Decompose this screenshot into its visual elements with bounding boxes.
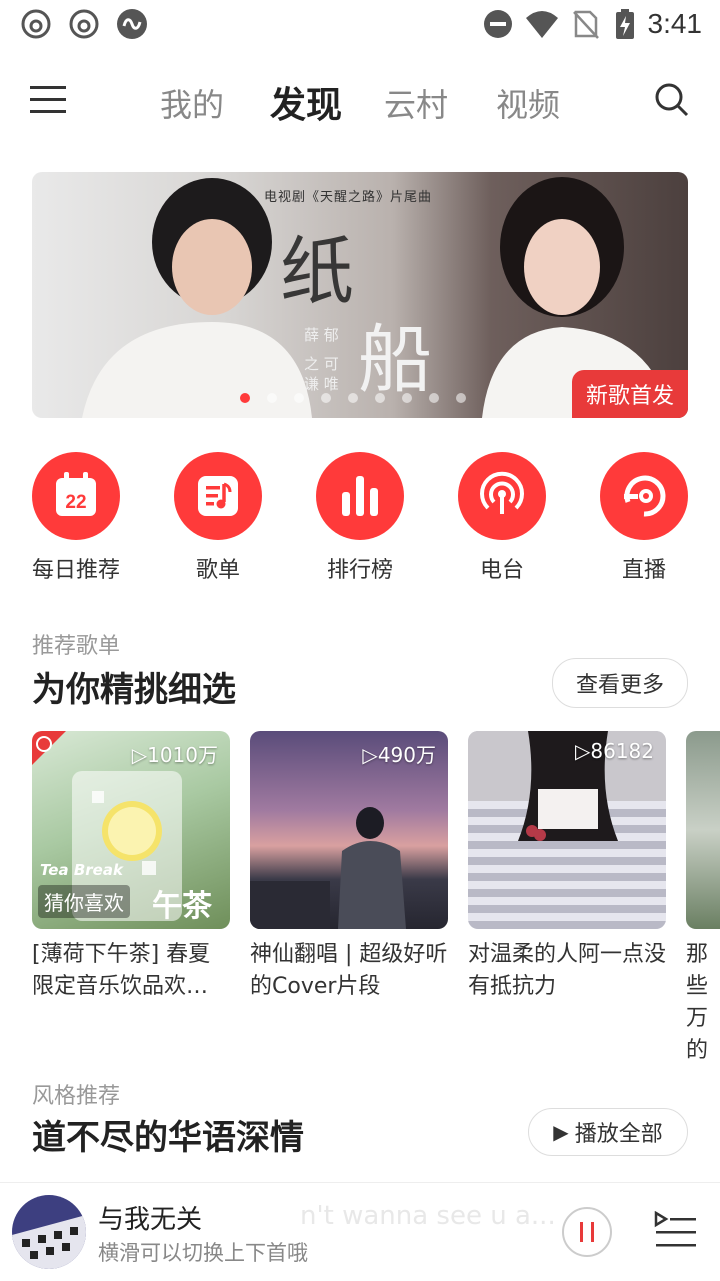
shortcut-radio[interactable]: 电台 (447, 452, 557, 584)
playlist-title: [薄荷下午茶] 春夏限定音乐饮品欢… (32, 942, 211, 999)
play-count: ▷1010万 (132, 739, 218, 768)
netease-app-icon (69, 9, 99, 39)
shortcut-label: 电台 (479, 558, 524, 583)
cover-overlay-cn: 午茶 (152, 889, 212, 924)
playlist-cover: ▷1010万 Tea Break 猜你喜欢 午茶 (32, 731, 230, 929)
pagination-dot (375, 393, 385, 403)
view-more-button[interactable]: 查看更多 (552, 658, 688, 708)
playlist-card[interactable]: ▷1010万 Tea Break 猜你喜欢 午茶 [薄荷下午茶] 春夏限定音乐饮… (32, 731, 230, 1003)
status-bar: 3:41 (0, 0, 720, 52)
netease-app-icon (21, 9, 51, 39)
banner-badge: 新歌首发 (571, 370, 688, 418)
playlist-card[interactable]: ▷490万 神仙翻唱 | 超级好听的Cover片段 (250, 731, 448, 1003)
play-all-button[interactable]: ▶ 播放全部 (528, 1108, 688, 1156)
pagination-dot (240, 393, 250, 403)
shortcut-daily-recommend[interactable]: 22 每日推荐 (21, 452, 131, 584)
banner-caption: 电视剧《天醒之路》片尾曲 (264, 190, 433, 205)
ghost-lyric-text: n't wanna see u a... (300, 1201, 556, 1231)
playlist-cover (686, 731, 720, 929)
style-subtitle: 风格推荐 (32, 1084, 121, 1109)
play-icon: ▷ (131, 743, 148, 767)
live-icon (624, 475, 666, 517)
menu-icon[interactable] (30, 84, 68, 116)
pagination-dot (456, 393, 466, 403)
play-queue-icon[interactable] (654, 1211, 698, 1251)
banner-pagination (240, 388, 483, 407)
playlist-title: 对温柔的人阿一点没有抵抗力 (468, 942, 667, 999)
shortcut-label: 排行榜 (326, 558, 393, 583)
pagination-dot (267, 393, 277, 403)
style-title: 道不尽的华语深情 (32, 1118, 304, 1158)
tab-mine[interactable]: 我的 (160, 80, 224, 126)
shortcut-label: 直播 (621, 558, 666, 583)
svg-text:22: 22 (65, 492, 86, 513)
banner-title-char-1: 纸 (280, 229, 354, 315)
now-playing-title: 与我无关 (98, 1205, 203, 1235)
shortcut-charts[interactable]: 排行榜 (305, 452, 415, 584)
playlist-cover: ▷86182 (468, 731, 666, 929)
playlist-title: 那些万的 (686, 942, 709, 1063)
tab-video[interactable]: 视频 (496, 80, 560, 126)
wifi-icon (526, 11, 558, 38)
playlist-card[interactable]: 那些万的 (686, 731, 720, 1067)
pagination-dot (402, 393, 412, 403)
shortcut-label: 每日推荐 (31, 558, 120, 583)
play-count-text: 1010万 (147, 743, 218, 767)
calendar-icon: 22 (56, 472, 96, 516)
no-sim-icon (573, 10, 599, 39)
playlist-cover: ▷490万 (250, 731, 448, 929)
battery-charging-icon (616, 9, 634, 39)
playlist-icon (198, 476, 238, 516)
pagination-dot (321, 393, 331, 403)
swipe-hint: 横滑可以切换上下首哦 (98, 1241, 308, 1265)
recommend-title: 为你精挑细选 (32, 670, 236, 710)
chart-bars-icon (342, 476, 378, 516)
infinity-app-icon (117, 9, 147, 39)
banner-artist-1: 薛 郁 (304, 326, 339, 344)
search-icon[interactable] (654, 82, 690, 118)
play-count: ▷490万 (362, 739, 436, 768)
play-triangle-icon: ▶ (553, 1120, 569, 1144)
mini-player[interactable]: n't wanna see u a... 与我无关 横滑可以切换上下首哦 (0, 1182, 720, 1281)
shortcut-playlist[interactable]: 歌单 (163, 452, 273, 584)
banner-artist-image-left (82, 178, 312, 418)
clock: 3:41 (647, 8, 703, 39)
play-icon: ▷ (362, 743, 378, 767)
pagination-dot (429, 393, 439, 403)
tab-cloud-village[interactable]: 云村 (384, 80, 448, 126)
pagination-dot (348, 393, 358, 403)
banner-carousel[interactable]: 电视剧《天醒之路》片尾曲 纸 船 薛 郁 之 可 谦 唯 新歌首发 (32, 172, 688, 418)
top-nav: 我的 发现 云村 视频 (0, 60, 720, 140)
pause-button[interactable] (560, 1205, 614, 1259)
album-art (12, 1195, 86, 1269)
play-count: ▷86182 (575, 739, 654, 763)
play-count-text: 490万 (377, 743, 436, 767)
playlist-title: 神仙翻唱 | 超级好听的Cover片段 (250, 942, 448, 999)
shortcut-label: 歌单 (195, 558, 240, 583)
dnd-icon (484, 10, 512, 38)
shortcut-live[interactable]: 直播 (589, 452, 699, 584)
play-all-label: 播放全部 (574, 1122, 663, 1147)
guess-you-like-tag: 猜你喜欢 (38, 885, 130, 918)
pagination-dot (294, 393, 304, 403)
playlist-card[interactable]: ▷86182 对温柔的人阿一点没有抵抗力 (468, 731, 666, 1003)
play-count-text: 86182 (590, 739, 654, 763)
tab-discover[interactable]: 发现 (270, 76, 342, 128)
recommend-subtitle: 推荐歌单 (32, 634, 121, 659)
cover-overlay-en: Tea Break (40, 861, 123, 879)
play-icon: ▷ (574, 739, 591, 763)
radio-icon (480, 471, 524, 514)
